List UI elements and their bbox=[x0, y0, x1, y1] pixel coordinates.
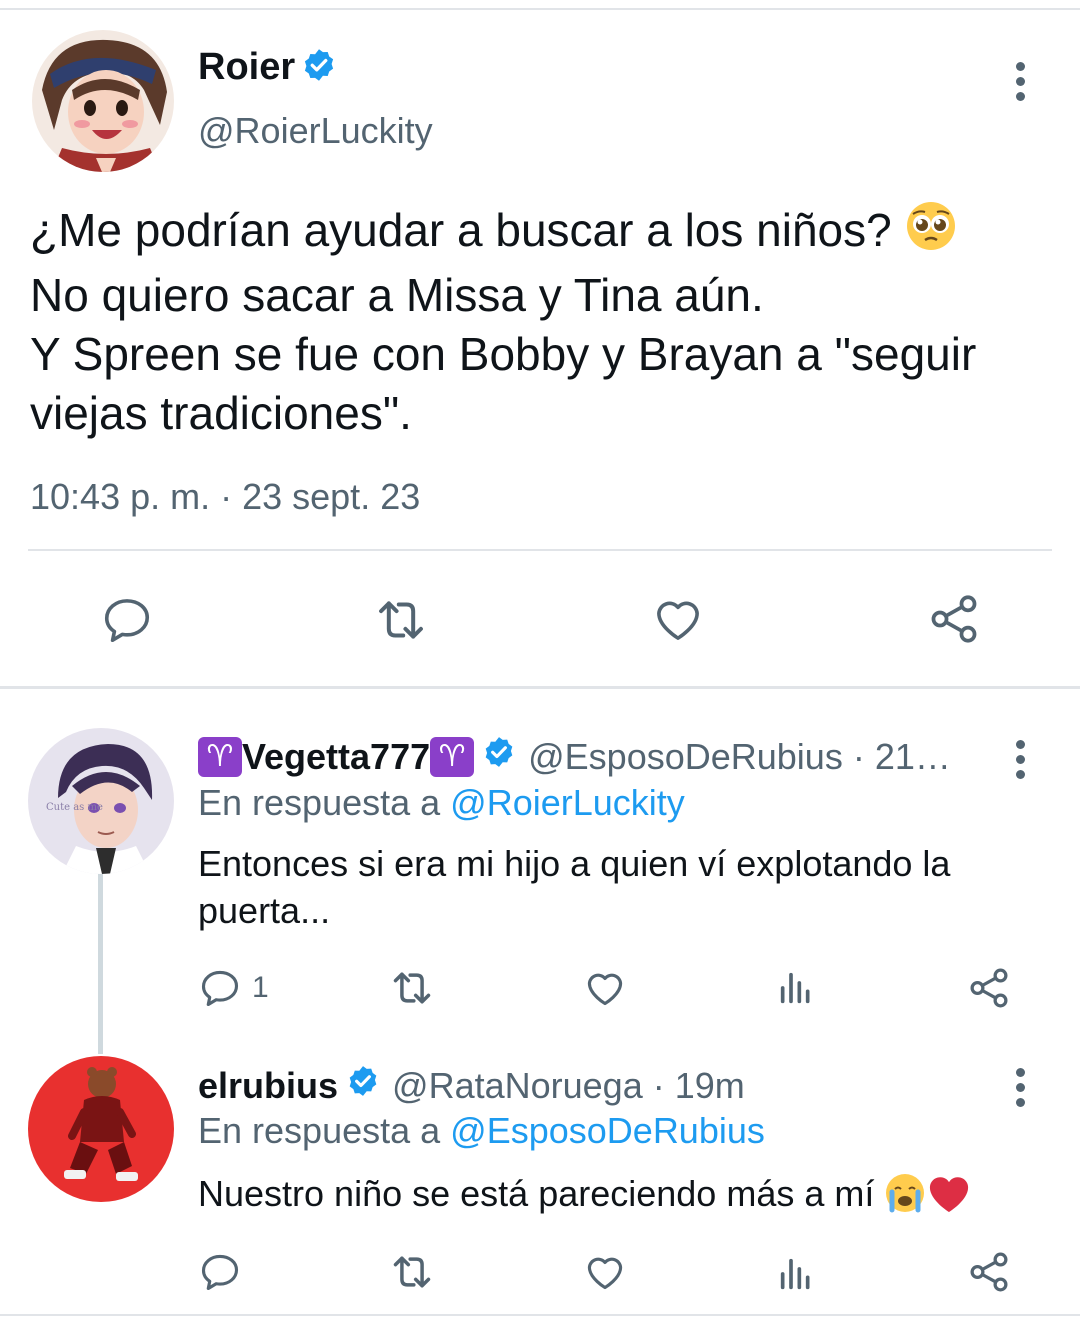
main-author-row: Roier bbox=[198, 46, 337, 89]
reply-1-header: ♈ Vegetta777 ♈ @EsposoDeRubius · 21… bbox=[198, 735, 951, 778]
share-icon bbox=[970, 968, 1008, 1008]
action-divider bbox=[28, 549, 1052, 551]
reply-1-retweet-button[interactable] bbox=[386, 966, 438, 1010]
avatar-elrubius[interactable] bbox=[28, 1056, 174, 1202]
svg-text:Cute as me: Cute as me bbox=[46, 802, 103, 813]
share-icon bbox=[970, 1252, 1008, 1292]
pleading-face-emoji-icon bbox=[905, 200, 957, 266]
reply-2-text: Nuestro niño se está pareciendo más a mí bbox=[198, 1173, 875, 1214]
tweet-text-line-4: viejas tradiciones". bbox=[30, 387, 412, 439]
reply-1-views-button[interactable] bbox=[776, 968, 816, 1008]
like-icon bbox=[587, 973, 623, 1006]
reply-2-header: elrubius @RataNoruega · 19m bbox=[198, 1064, 745, 1107]
reply-icon bbox=[201, 970, 239, 1007]
reply-button[interactable] bbox=[100, 593, 154, 647]
retweet-icon bbox=[379, 601, 423, 639]
thread-line bbox=[98, 874, 103, 1054]
reply-1-mention-link[interactable]: @RoierLuckity bbox=[450, 782, 685, 823]
reply-2-like-button[interactable] bbox=[582, 1250, 628, 1294]
tweet-text-line-3: Y Spreen se fue con Bobby y Brayan a "se… bbox=[30, 328, 977, 380]
tweet-timestamp[interactable]: 10:43 p. m. · 23 sept. 23 bbox=[30, 476, 420, 518]
reply-1-reply-button[interactable]: 1 bbox=[198, 966, 269, 1010]
reply-1-reply-count: 1 bbox=[252, 971, 269, 1004]
reply-2-more-options-icon[interactable] bbox=[1014, 1068, 1026, 1107]
reply-2-handle-time[interactable]: @RataNoruega · 19m bbox=[392, 1065, 745, 1107]
crying-face-emoji-icon bbox=[884, 1172, 926, 1225]
reply-icon bbox=[104, 599, 150, 643]
verified-badge-icon bbox=[346, 1064, 380, 1107]
reply-2-author-name[interactable]: elrubius bbox=[198, 1065, 338, 1107]
replies-divider bbox=[0, 686, 1080, 689]
views-icon bbox=[780, 1258, 810, 1290]
verified-badge-icon bbox=[301, 47, 337, 88]
reply-2-in-reply-to: En respuesta a @EsposoDeRubius bbox=[198, 1110, 765, 1151]
avatar-vegetta777[interactable]: Cute as me bbox=[28, 728, 174, 874]
red-heart-emoji-icon bbox=[926, 1172, 972, 1225]
author-name[interactable]: Roier bbox=[198, 46, 295, 89]
reply-2-reply-button[interactable] bbox=[198, 1250, 242, 1294]
reply-1-author-name[interactable]: Vegetta777 bbox=[242, 736, 430, 778]
avatar-roier[interactable] bbox=[32, 30, 174, 172]
share-icon bbox=[931, 595, 977, 643]
reply-1-text: Entonces si era mi hijo a quien ví explo… bbox=[198, 843, 951, 931]
tweet-text-line-1: ¿Me podrían ayudar a buscar a los niños? bbox=[30, 204, 892, 256]
reply-1-more-options-icon[interactable] bbox=[1014, 740, 1026, 779]
retweet-button[interactable] bbox=[370, 593, 432, 647]
tweet-text: ¿Me podrían ayudar a buscar a los niños?… bbox=[30, 200, 1060, 443]
reply-2-text-row: Nuestro niño se está pareciendo más a mí bbox=[198, 1170, 1038, 1225]
reply-1-like-button[interactable] bbox=[582, 966, 628, 1010]
tweet-text-line-2: No quiero sacar a Missa y Tina aún. bbox=[30, 269, 764, 321]
reply-1-share-button[interactable] bbox=[966, 965, 1012, 1011]
reply-icon bbox=[201, 1254, 239, 1291]
retweet-icon bbox=[393, 972, 431, 1004]
reply-2-share-button[interactable] bbox=[966, 1249, 1012, 1295]
reply-1-handle-time[interactable]: @EsposoDeRubius · 21… bbox=[528, 736, 951, 778]
reply-1-in-reply-to: En respuesta a @RoierLuckity bbox=[198, 782, 685, 823]
aries-sign-icon: ♈ bbox=[430, 736, 475, 777]
like-icon bbox=[587, 1257, 623, 1290]
reply-2-views-button[interactable] bbox=[776, 1254, 816, 1294]
bottom-divider bbox=[0, 1314, 1080, 1316]
reply-2-mention-link[interactable]: @EsposoDeRubius bbox=[450, 1110, 765, 1151]
like-icon bbox=[657, 601, 699, 640]
share-button[interactable] bbox=[926, 591, 982, 647]
aries-sign-icon: ♈ bbox=[198, 736, 242, 777]
author-handle[interactable]: @RoierLuckity bbox=[198, 110, 433, 152]
top-divider bbox=[0, 8, 1080, 10]
reply-2-retweet-button[interactable] bbox=[386, 1250, 438, 1294]
retweet-icon bbox=[393, 1256, 431, 1288]
verified-badge-icon bbox=[482, 735, 516, 778]
more-options-icon[interactable] bbox=[1014, 62, 1026, 101]
views-icon bbox=[780, 972, 810, 1004]
like-button[interactable] bbox=[650, 592, 706, 646]
